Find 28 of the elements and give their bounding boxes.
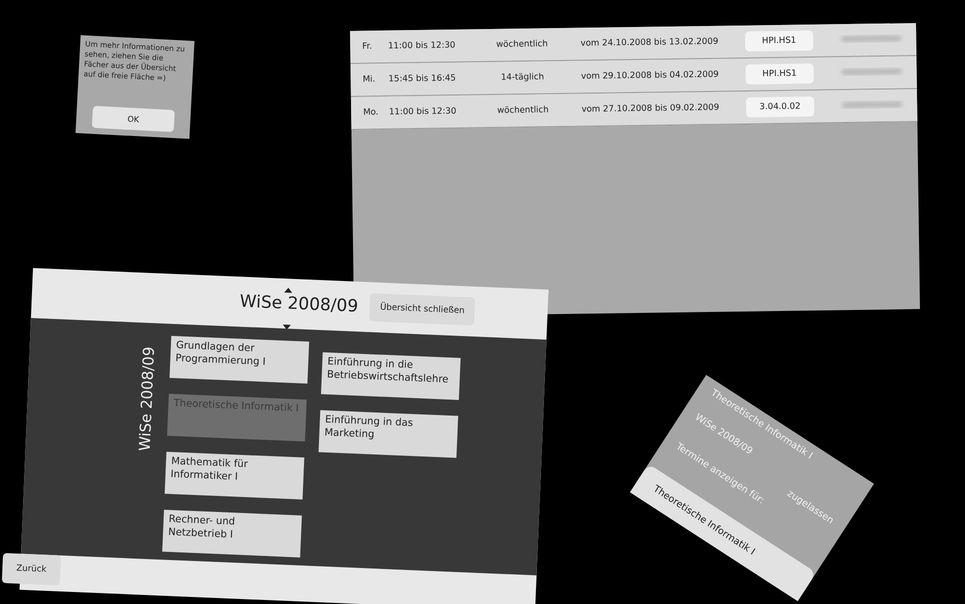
course-tile[interactable]: Einführung in das Marketing	[318, 410, 458, 458]
back-button[interactable]: Zurück	[2, 553, 61, 586]
time-range: 15:45 bis 16:45	[387, 73, 457, 84]
blurred-name	[840, 35, 901, 42]
frequency: wöchentlich	[495, 38, 549, 50]
close-overview-button[interactable]: Übersicht schließen	[370, 293, 476, 326]
course-tile[interactable]: Mathematik für Informatiker I	[164, 452, 304, 500]
room-button[interactable]: HPI.HS1	[745, 30, 813, 52]
blurred-name	[841, 68, 902, 76]
date-range: vom 29.10.2008 bis 04.02.2009	[580, 70, 720, 82]
frequency: wöchentlich	[496, 104, 550, 116]
weekday: Mo.	[362, 107, 380, 118]
blurred-name	[842, 101, 902, 108]
semester-label: WiSe 2008/09	[136, 346, 158, 452]
weekday: Fr.	[361, 41, 374, 52]
room-button[interactable]: 3.04.0.02	[746, 96, 814, 118]
weekday: Mi.	[362, 74, 376, 85]
time-range: 11:00 bis 12:30	[388, 106, 458, 118]
date-range: vom 27.10.2008 bis 09.02.2009	[580, 102, 720, 115]
course-tile[interactable]: Rechner- und Netzbetrieb I	[162, 510, 302, 558]
time-range: 11:00 bis 12:30	[387, 40, 456, 52]
date-range: vom 24.10.2008 bis 13.02.2009	[580, 36, 720, 49]
semester-title: WiSe 2008/09	[239, 292, 359, 317]
room-button[interactable]: HPI.HS1	[746, 64, 814, 84]
ok-button[interactable]: OK	[92, 106, 175, 132]
frequency: 14-täglich	[500, 72, 546, 84]
course-tile[interactable]: Einführung in die Betriebswirtschaftslehre	[321, 352, 461, 400]
course-tile[interactable]: Grundlagen der Programmierung I	[170, 336, 310, 384]
